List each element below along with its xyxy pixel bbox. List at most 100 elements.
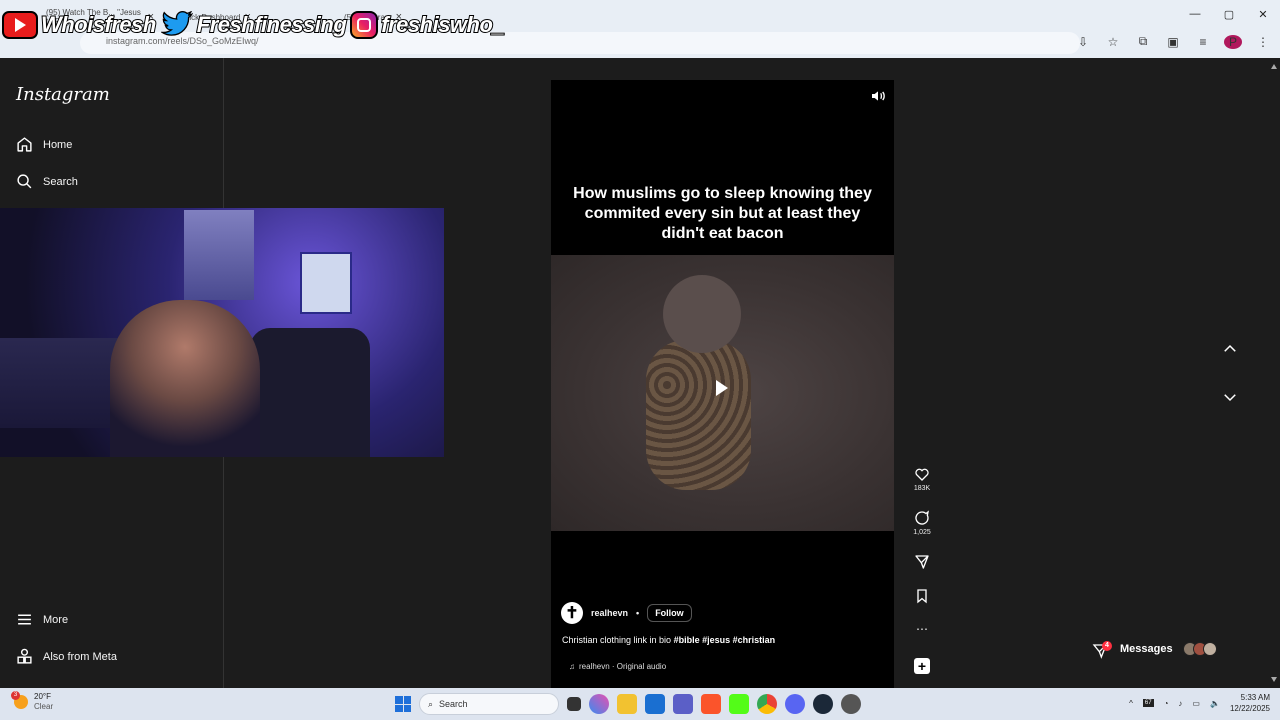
sidebar-item-label: More (43, 613, 69, 626)
more-options-icon[interactable]: ⋯ (905, 622, 939, 636)
microphone-icon[interactable]: ♪ (1178, 699, 1182, 708)
streamer-webcam (0, 208, 444, 457)
instagram-icon (350, 11, 379, 39)
windows-taskbar: 3 20°F Clear ⌕ Search ^ 67 ◔ ♪ ▭ 🔈 5:33 … (0, 688, 1280, 720)
previous-reel-chevron-up-icon[interactable] (1221, 340, 1239, 358)
youtube-handle: Whoisfresh (2, 11, 157, 39)
sidebar-item-search[interactable]: Search (16, 173, 78, 190)
music-note-icon: ♫ (569, 662, 575, 671)
install-app-icon[interactable]: ⇩ (1074, 35, 1092, 49)
heart-icon (915, 468, 929, 481)
gaming-chair (250, 328, 370, 457)
teams-icon[interactable] (673, 694, 693, 714)
author-avatar-cross-icon[interactable]: ✝ (561, 602, 583, 624)
toolbar-icons: ⇩ ☆ ⧉ ▣ ≡ P ⋮ (1074, 34, 1272, 49)
discord-icon[interactable] (785, 694, 805, 714)
reel-audio[interactable]: ♫ realhevn · Original audio (569, 662, 666, 671)
twitter-bird-icon (160, 8, 194, 42)
avatar (1202, 642, 1217, 656)
follow-button[interactable]: Follow (647, 604, 692, 622)
scroll-down-arrow-icon[interactable] (1271, 677, 1277, 682)
instagram-handle: freshiswho_ (350, 11, 506, 39)
separator-dot: • (636, 608, 640, 618)
next-reel-chevron-down-icon[interactable] (1221, 388, 1239, 406)
weather-widget[interactable]: 3 20°F Clear (11, 691, 54, 712)
clock[interactable]: 5:33 AM 12/22/2025 (1230, 692, 1270, 714)
menu-kebab-icon[interactable]: ⋮ (1254, 35, 1272, 49)
window-controls: — ▢ ✕ (1178, 0, 1280, 28)
system-tray: ^ 67 ◔ ♪ ▭ 🔈 5:33 AM 12/22/2025 (1129, 692, 1270, 714)
windows-start-icon[interactable] (395, 696, 411, 712)
profile-avatar[interactable]: P (1224, 34, 1242, 49)
twitter-handle: Freshfinessing (160, 8, 348, 42)
media-control-icon[interactable]: ≡ (1194, 35, 1212, 49)
close-window-button[interactable]: ✕ (1246, 0, 1280, 28)
reel-video-frame[interactable] (551, 255, 894, 531)
message-avatars (1182, 642, 1217, 656)
display-icon[interactable]: ▭ (1192, 699, 1200, 708)
audio-plus-icon[interactable]: + (914, 658, 930, 674)
youtube-name: Whoisfresh (40, 11, 157, 38)
chrome-icon[interactable] (757, 694, 777, 714)
file-explorer-icon[interactable] (617, 694, 637, 714)
sidebar-item-more[interactable]: More (16, 611, 68, 628)
bookmark-star-icon[interactable]: ☆ (1104, 35, 1122, 49)
store-icon[interactable] (645, 694, 665, 714)
bookmark-icon (917, 589, 927, 604)
search-icon (17, 174, 32, 189)
like-action[interactable]: 183K (905, 466, 939, 492)
tab-search-icon[interactable]: ▣ (1164, 35, 1182, 49)
reel-description: Christian clothing link in bio #bible #j… (562, 635, 775, 645)
home-icon (17, 137, 32, 152)
weather-badge: 3 (11, 691, 20, 700)
weather-temp: 20°F (34, 692, 51, 701)
extensions-icon[interactable]: ⧉ (1134, 34, 1152, 49)
wall-poster (184, 210, 254, 300)
instagram-logo[interactable]: Instagram (16, 84, 110, 105)
page-scrollbar[interactable] (1268, 58, 1280, 688)
weather-desc: Clear (34, 702, 54, 711)
reel-player[interactable]: How muslims go to sleep knowing they com… (551, 80, 894, 688)
search-icon: ⌕ (428, 698, 434, 709)
like-count: 183K (913, 485, 931, 492)
streamer (110, 300, 260, 457)
play-icon[interactable] (707, 373, 737, 403)
send-icon (915, 555, 929, 569)
network-icon[interactable]: ◔ (1164, 699, 1169, 708)
reel-caption-overlay: How muslims go to sleep knowing they com… (573, 185, 872, 242)
stream-social-overlay: Whoisfresh Freshfinessing freshiswho_ (2, 8, 506, 42)
speaker-icon[interactable]: 🔈 (1210, 699, 1220, 708)
comment-action[interactable]: 1,025 (905, 510, 939, 536)
kick-icon[interactable] (729, 694, 749, 714)
maximize-button[interactable]: ▢ (1212, 0, 1246, 28)
minimize-button[interactable]: — (1178, 0, 1212, 28)
brave-icon[interactable] (701, 694, 721, 714)
comment-count: 1,025 (913, 529, 931, 536)
author-username[interactable]: realhevn (591, 608, 628, 618)
settings-gear-icon[interactable] (841, 694, 861, 714)
messages-button[interactable]: 4 Messages (1092, 636, 1242, 662)
sidebar-item-home[interactable]: Home (16, 136, 72, 153)
tray-app-badge[interactable]: 67 (1142, 699, 1154, 707)
chevron-up-icon[interactable]: ^ (1129, 699, 1133, 708)
share-action[interactable] (905, 554, 939, 573)
volume-icon[interactable] (870, 88, 886, 104)
sidebar-item-also-from-meta[interactable]: Also from Meta (16, 648, 117, 665)
audio-label: realhevn · Original audio (579, 662, 667, 671)
scroll-up-arrow-icon[interactable] (1271, 64, 1277, 69)
video-subject-head (663, 275, 741, 353)
sidebar-item-label: Home (43, 138, 73, 151)
youtube-icon (2, 11, 38, 39)
sidebar-item-label: Also from Meta (43, 650, 117, 663)
taskbar-search[interactable]: ⌕ Search (419, 693, 559, 715)
steam-icon[interactable] (813, 694, 833, 714)
copilot-icon[interactable] (589, 694, 609, 714)
hashtags[interactable]: #bible #jesus #christian (674, 635, 776, 645)
clock-date: 12/22/2025 (1229, 704, 1270, 713)
save-action[interactable] (905, 588, 939, 607)
taskbar-apps: ⌕ Search (395, 693, 861, 715)
task-view-icon[interactable] (567, 697, 581, 711)
description-text: Christian clothing link in bio (562, 635, 672, 645)
messages-badge: 4 (1102, 641, 1112, 651)
taskbar-search-placeholder: Search (439, 699, 468, 709)
